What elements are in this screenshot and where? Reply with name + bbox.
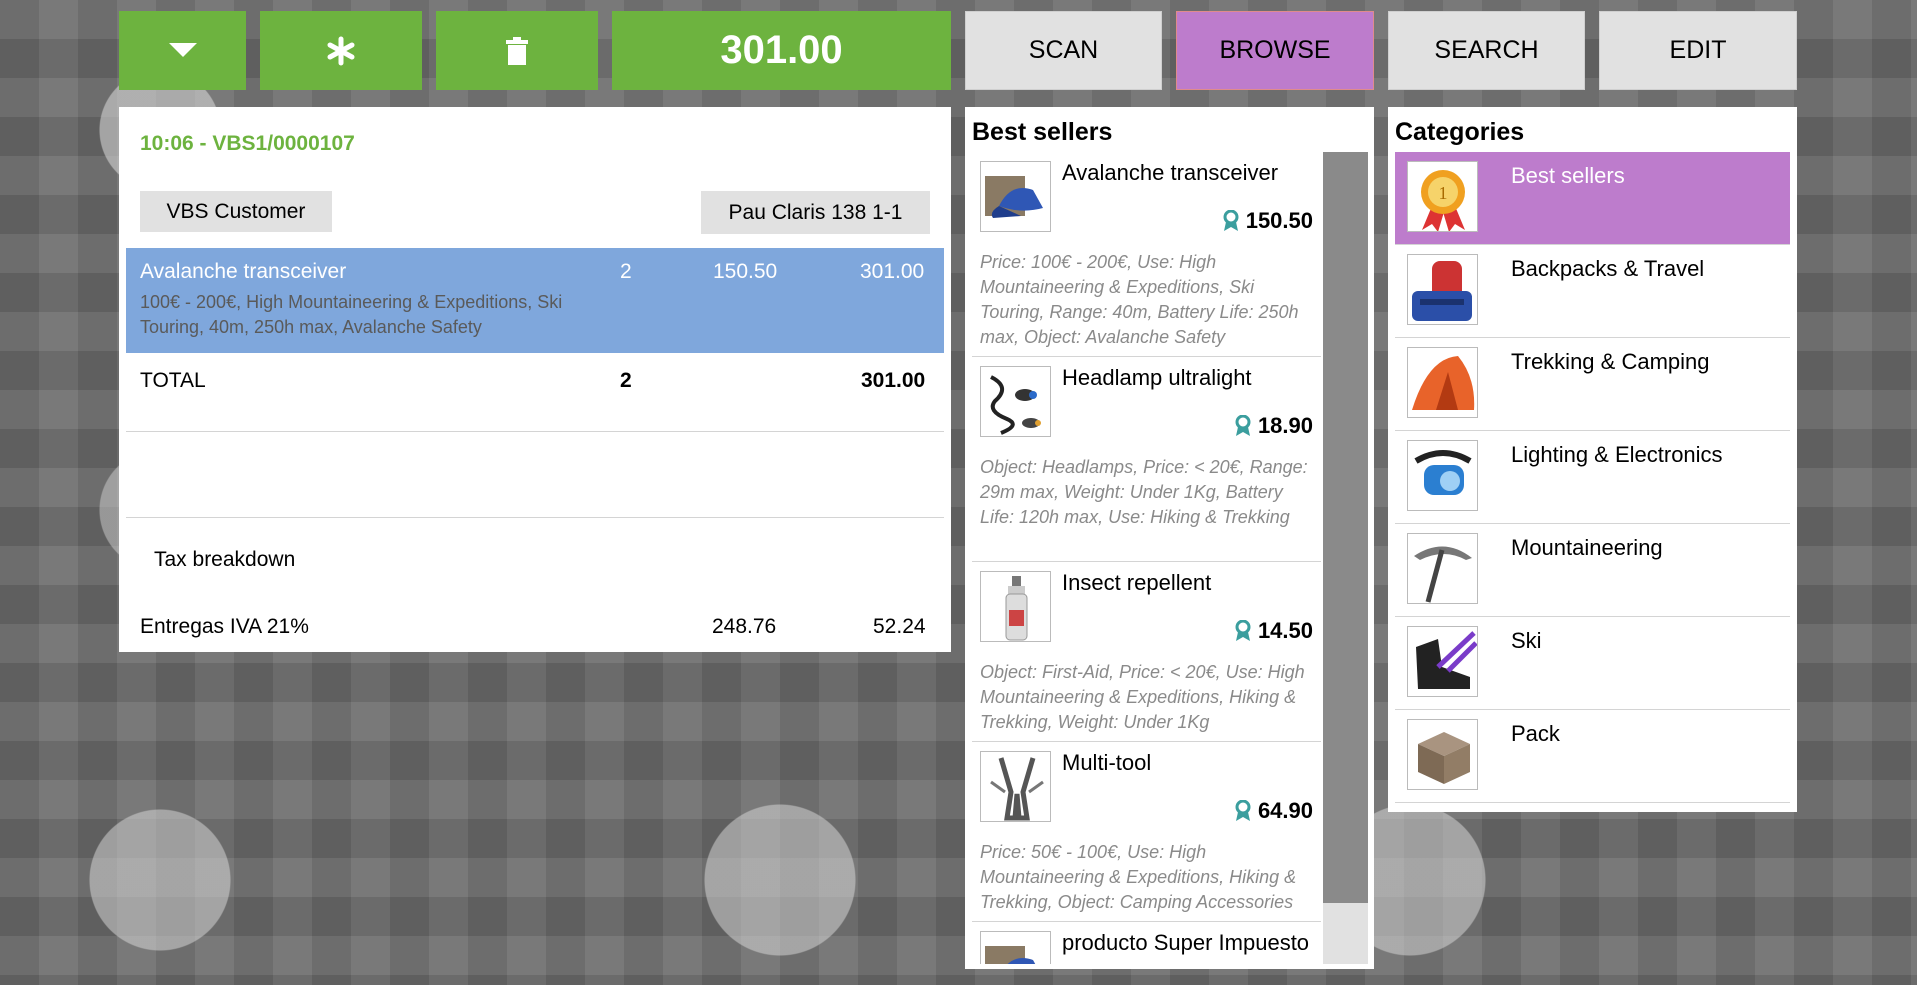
product-name: Multi-tool [1062, 750, 1152, 775]
product-name: Avalanche transceiver [1062, 160, 1279, 185]
headlamp-icon [980, 366, 1051, 437]
category-pack[interactable]: Pack [1395, 710, 1790, 803]
category-trekking-camping[interactable]: Trekking & Camping [1395, 338, 1790, 431]
category-label: Lighting & Electronics [1511, 442, 1723, 467]
caret-down-icon [168, 42, 197, 57]
cap-icon [980, 931, 1051, 964]
category-label: Ski [1511, 628, 1542, 653]
address-button[interactable]: Pau Claris 138 1-1 [701, 191, 930, 234]
categories-title: Categories [1395, 118, 1525, 146]
product-description: Object: Headlamps, Price: < 20€, Range: … [980, 457, 1308, 527]
divider [126, 517, 944, 518]
tab-scan[interactable]: SCAN [965, 11, 1162, 90]
product-list: Avalanche transceiver 150.50 Price: 100€… [972, 152, 1321, 964]
order-id: 10:06 - VBS1/0000107 [140, 132, 355, 155]
tab-search[interactable]: SEARCH [1388, 11, 1585, 90]
product-name: producto Super Impuesto [1062, 930, 1310, 955]
product-price: 150.50 [1245, 208, 1313, 233]
product-name: Headlamp ultralight [1062, 365, 1252, 390]
product-description: Price: 100€ - 200€, Use: High Mountainee… [980, 252, 1299, 347]
box-icon [1407, 719, 1478, 790]
category-label: Trekking & Camping [1511, 349, 1710, 374]
product-price-group: 14.50 [1234, 618, 1313, 644]
line-qty: 2 [620, 260, 632, 283]
order-line-selected[interactable]: Avalanche transceiver 2 150.50 301.00 10… [126, 248, 944, 353]
product-description: Object: First-Aid, Price: < 20€, Use: Hi… [980, 662, 1305, 732]
line-product-name: Avalanche transceiver [140, 260, 347, 283]
category-lighting-electronics[interactable]: Lighting & Electronics [1395, 431, 1790, 524]
product-item[interactable]: Headlamp ultralight 18.90 Object: Headla… [972, 357, 1321, 562]
tent-icon [1407, 347, 1478, 418]
ribbon-icon [1235, 415, 1251, 436]
backpack-icon [1407, 254, 1478, 325]
medal-icon: 1 [1407, 161, 1478, 232]
trash-icon [506, 36, 528, 65]
cap-icon [980, 161, 1051, 232]
tab-browse[interactable]: BROWSE [1176, 11, 1374, 90]
svg-text:1: 1 [1439, 183, 1448, 203]
ribbon-icon [1235, 800, 1251, 821]
total-amount: 301.00 [861, 369, 926, 392]
product-description: Price: 50€ - 100€, Use: High Mountaineer… [980, 842, 1297, 912]
ribbon-icon [1223, 210, 1239, 231]
category-label: Mountaineering [1511, 535, 1663, 560]
products-title: Best sellers [972, 118, 1113, 146]
product-price: 18.90 [1257, 413, 1313, 438]
category-ski[interactable]: Ski [1395, 617, 1790, 710]
product-price: 64.90 [1257, 798, 1313, 823]
tab-edit[interactable]: EDIT [1599, 11, 1797, 90]
tax-breakdown-title: Tax breakdown [154, 548, 296, 571]
product-item[interactable]: Multi-tool 64.90 Price: 50€ - 100€, Use:… [972, 742, 1321, 922]
ice-axe-icon [1407, 533, 1478, 604]
delete-button[interactable] [436, 11, 598, 90]
product-item[interactable]: Insect repellent 14.50 Object: First-Aid… [972, 562, 1321, 742]
category-backpacks-travel[interactable]: Backpacks & Travel [1395, 245, 1790, 338]
ribbon-icon [1235, 620, 1251, 641]
product-item[interactable]: Avalanche transceiver 150.50 Price: 100€… [972, 152, 1321, 357]
asterisk-button[interactable] [260, 11, 422, 90]
tax-amount: 52.24 [873, 615, 926, 638]
product-price-group: 18.90 [1234, 413, 1313, 439]
line-description: 100€ - 200€, High Mountaineering & Exped… [140, 292, 563, 337]
dropdown-button[interactable] [119, 11, 246, 90]
category-best-sellers[interactable]: 1 Best sellers [1395, 152, 1790, 245]
total-label: TOTAL [140, 369, 206, 392]
line-price: 150.50 [713, 260, 778, 283]
tax-base: 248.76 [712, 615, 777, 638]
asterisk-icon [327, 36, 355, 65]
divider [126, 431, 944, 432]
total-qty: 2 [620, 369, 632, 392]
product-price-group: 64.90 [1234, 798, 1313, 824]
ski-boot-icon [1407, 626, 1478, 697]
category-label: Backpacks & Travel [1511, 256, 1705, 281]
multitool-icon [980, 751, 1051, 822]
tax-name: Entregas IVA 21% [140, 615, 309, 638]
category-mountaineering[interactable]: Mountaineering [1395, 524, 1790, 617]
product-price-group: 150.50 [1222, 208, 1313, 234]
line-amount: 301.00 [860, 260, 925, 283]
product-scrollbar-thumb[interactable] [1323, 152, 1368, 903]
spray-bottle-icon [980, 571, 1051, 642]
category-label: Best sellers [1511, 163, 1625, 188]
product-name: Insect repellent [1062, 570, 1212, 595]
product-item[interactable]: producto Super Impuesto [972, 922, 1321, 964]
total-amount-display[interactable]: 301.00 [612, 11, 951, 90]
category-label: Pack [1511, 721, 1560, 746]
product-price: 14.50 [1257, 618, 1313, 643]
customer-button[interactable]: VBS Customer [140, 191, 332, 232]
headlamp-icon [1407, 440, 1478, 511]
